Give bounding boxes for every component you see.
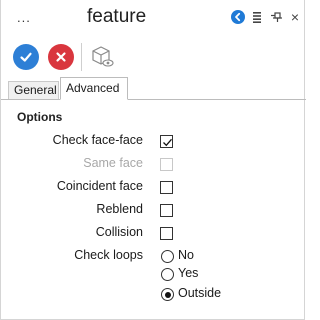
check-face-face-label: Check face-face	[52, 133, 143, 147]
coincident-face-label: Coincident face	[56, 179, 143, 193]
pin-icon[interactable]	[270, 10, 284, 24]
same-face-checkbox[interactable]	[160, 158, 173, 171]
cancel-button[interactable]	[48, 44, 74, 70]
radio-selected-dot	[164, 291, 171, 298]
panel-title: feature	[87, 6, 147, 27]
check-loops-radio-yes[interactable]	[161, 268, 174, 281]
tab-bar: General Advanced	[1, 77, 306, 100]
check-loops-yes-label[interactable]: Yes	[178, 266, 198, 280]
check-loops-no-label[interactable]: No	[178, 248, 194, 262]
reblend-checkbox[interactable]	[160, 204, 173, 217]
toolbar-separator	[81, 43, 82, 71]
close-icon[interactable]: ×	[289, 10, 301, 24]
checkmark-icon	[20, 52, 32, 62]
same-face-label: Same face	[83, 156, 143, 170]
tab-advanced[interactable]: Advanced	[60, 77, 128, 100]
collision-label: Collision	[95, 225, 143, 239]
cube-eye-icon	[92, 46, 114, 67]
tab-general[interactable]: General	[8, 81, 59, 99]
list-icon[interactable]	[251, 10, 263, 24]
back-icon[interactable]	[231, 10, 245, 24]
reblend-label: Reblend	[96, 202, 143, 216]
check-loops-radio-no[interactable]	[161, 250, 174, 263]
coincident-face-checkbox[interactable]	[160, 181, 173, 194]
check-face-face-checkbox[interactable]	[160, 135, 173, 148]
checkmark-icon	[163, 138, 172, 147]
collision-checkbox[interactable]	[160, 227, 173, 240]
ok-button[interactable]	[13, 44, 39, 70]
more-menu[interactable]: ...	[17, 10, 31, 25]
panel-header: ... feature ×	[1, 0, 306, 36]
check-loops-radio-outside[interactable]	[161, 288, 174, 301]
preview-button[interactable]	[90, 43, 116, 71]
check-loops-outside-label[interactable]: Outside	[178, 286, 221, 300]
cross-icon	[56, 52, 66, 62]
check-loops-label: Check loops	[74, 248, 143, 262]
options-section-title: Options	[17, 110, 63, 124]
property-panel: ... feature × General Advanced Options C…	[0, 0, 306, 320]
toolbar	[1, 40, 306, 74]
